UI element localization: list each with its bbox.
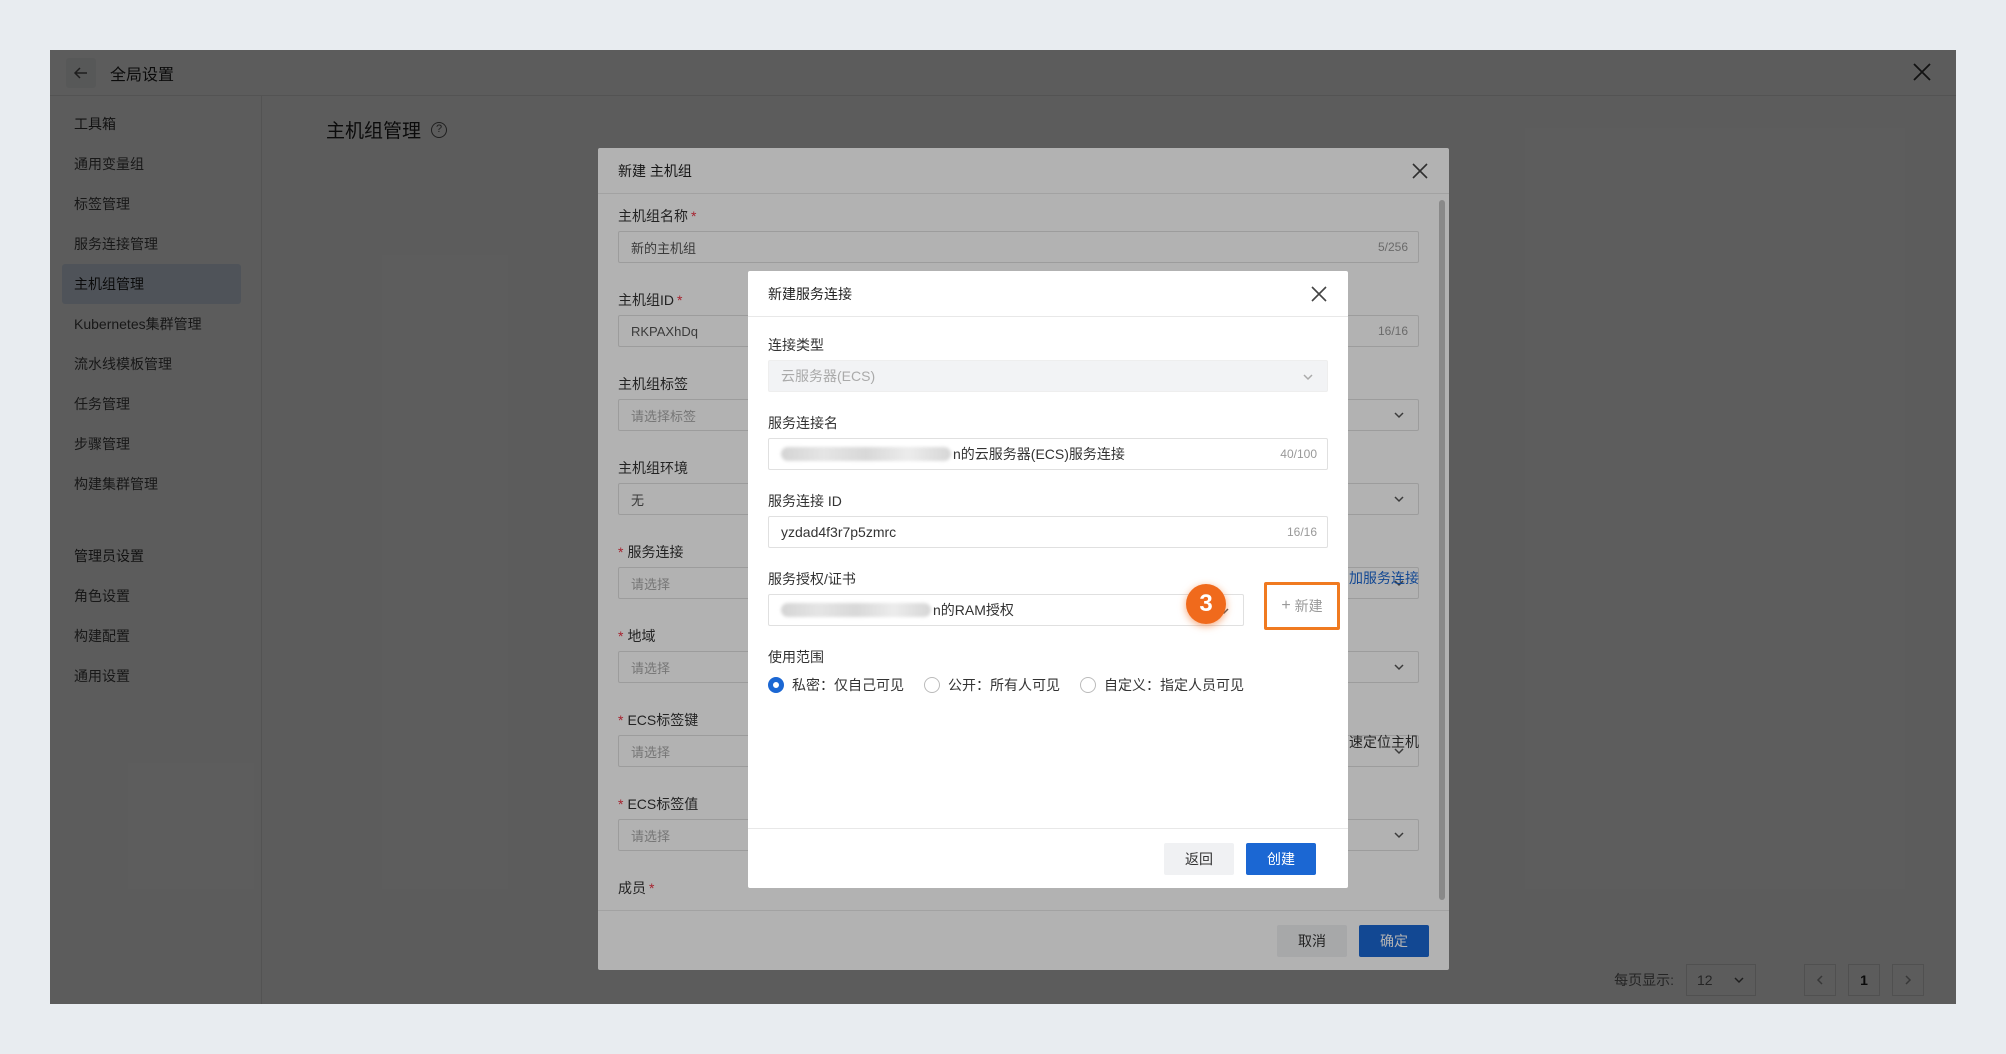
- connection-id-label: 服务连接 ID: [768, 493, 842, 509]
- connection-type-value: 云服务器(ECS): [781, 368, 876, 384]
- redacted-text: [781, 447, 951, 461]
- connection-id-count: 16/16: [1286, 525, 1317, 539]
- global-settings-window: 全局设置 工具箱 通用变量组 标签管理 服务连接管理 主机组管理 Kuberne…: [50, 50, 1956, 1004]
- chevron-down-icon: [1303, 374, 1313, 381]
- new-auth-label: 新建: [1294, 598, 1323, 614]
- connection-type-label: 连接类型: [768, 337, 824, 353]
- dialog-footer: 返回 创建: [748, 828, 1348, 888]
- auth-label: 服务授权/证书: [768, 571, 856, 587]
- scope-option-label: 自定义：指定人员可见: [1104, 677, 1244, 693]
- back-button[interactable]: 返回: [1164, 842, 1234, 875]
- connection-type-select: 云服务器(ECS): [768, 360, 1328, 392]
- create-button[interactable]: 创建: [1246, 842, 1316, 875]
- scope-option-label: 公开：所有人可见: [948, 677, 1060, 693]
- dialog-body: 连接类型 云服务器(ECS) 服务连接名 n 的云服务器(ECS)服务连接 40…: [768, 335, 1328, 695]
- auth-row: n 的RAM授权: [768, 594, 1328, 626]
- new-auth-button[interactable]: + 新建: [1264, 582, 1340, 630]
- new-service-connection-dialog: 新建服务连接 连接类型 云服务器(ECS) 服务连接名 n 的云服务器(ECS)…: [748, 271, 1348, 888]
- redacted-text: [781, 603, 931, 617]
- scope-option-label: 私密：仅自己可见: [792, 677, 904, 693]
- auth-select[interactable]: n 的RAM授权: [768, 594, 1244, 626]
- connection-id-value: yzdad4f3r7p5zmrc: [781, 524, 897, 540]
- connection-name-label: 服务连接名: [768, 415, 838, 431]
- radio-checked-icon: [768, 677, 784, 693]
- connection-name-input[interactable]: n 的云服务器(ECS)服务连接 40/100: [768, 438, 1328, 470]
- scope-option-public[interactable]: 公开：所有人可见: [924, 675, 1060, 695]
- connection-name-count: 40/100: [1280, 447, 1317, 461]
- radio-unchecked-icon: [1080, 677, 1096, 693]
- auth-prefix: n: [933, 602, 941, 618]
- connection-name-value: 的云服务器(ECS)服务连接: [960, 446, 1125, 462]
- scope-radio-group: 私密：仅自己可见 公开：所有人可见 自定义：指定人员可见: [768, 675, 1328, 695]
- connection-id-input[interactable]: yzdad4f3r7p5zmrc 16/16: [768, 516, 1328, 548]
- scope-option-private[interactable]: 私密：仅自己可见: [768, 675, 904, 695]
- scope-option-custom[interactable]: 自定义：指定人员可见: [1080, 675, 1244, 695]
- close-icon[interactable]: [1308, 283, 1330, 305]
- auth-value: 的RAM授权: [940, 602, 1014, 618]
- step-badge: 3: [1186, 584, 1226, 624]
- radio-unchecked-icon: [924, 677, 940, 693]
- dialog-header: 新建服务连接: [748, 271, 1348, 317]
- scope-label: 使用范围: [768, 649, 824, 665]
- dialog-title: 新建服务连接: [768, 285, 852, 302]
- connection-name-prefix: n: [953, 446, 961, 462]
- plus-icon: +: [1281, 597, 1291, 614]
